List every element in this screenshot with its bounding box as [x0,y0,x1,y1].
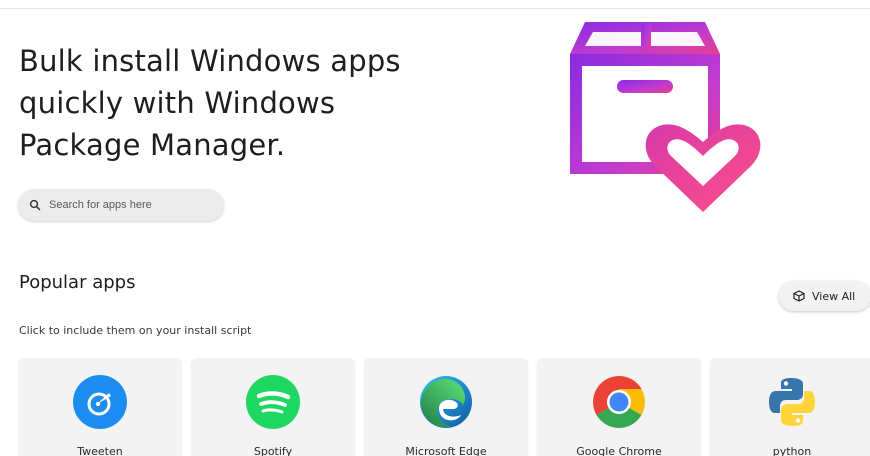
tweeten-icon [73,375,127,429]
package-icon [793,290,805,302]
app-card-tweeten[interactable]: Tweeten [18,358,182,456]
python-icon [765,375,819,429]
top-divider [0,8,870,9]
app-name: Spotify [253,445,293,456]
search-input[interactable] [49,199,209,211]
search-icon [29,199,41,211]
popular-apps-list: Tweeten Spotify Microsoft Edge Google Ch… [18,358,870,456]
app-name: Microsoft Edge [405,445,487,456]
app-card-python[interactable]: python [710,358,870,456]
edge-icon [419,375,473,429]
app-name: Google Chrome [576,445,662,456]
search-box[interactable] [18,189,224,221]
view-all-button[interactable]: View All [779,281,870,311]
spotify-icon [246,375,300,429]
chrome-icon [592,375,646,429]
popular-apps-subtitle: Click to include them on your install sc… [19,324,252,337]
hero-title: Bulk install Windows apps quickly with W… [19,44,401,162]
app-card-spotify[interactable]: Spotify [191,358,355,456]
page: Bulk install Windows apps quickly with W… [0,0,870,456]
app-name: Tweeten [77,445,123,456]
popular-apps-title: Popular apps [19,272,136,293]
package-heart-icon [555,14,765,219]
app-name: python [772,445,812,456]
view-all-label: View All [812,289,856,303]
app-card-google-chrome[interactable]: Google Chrome [537,358,701,456]
app-card-microsoft-edge[interactable]: Microsoft Edge [364,358,528,456]
